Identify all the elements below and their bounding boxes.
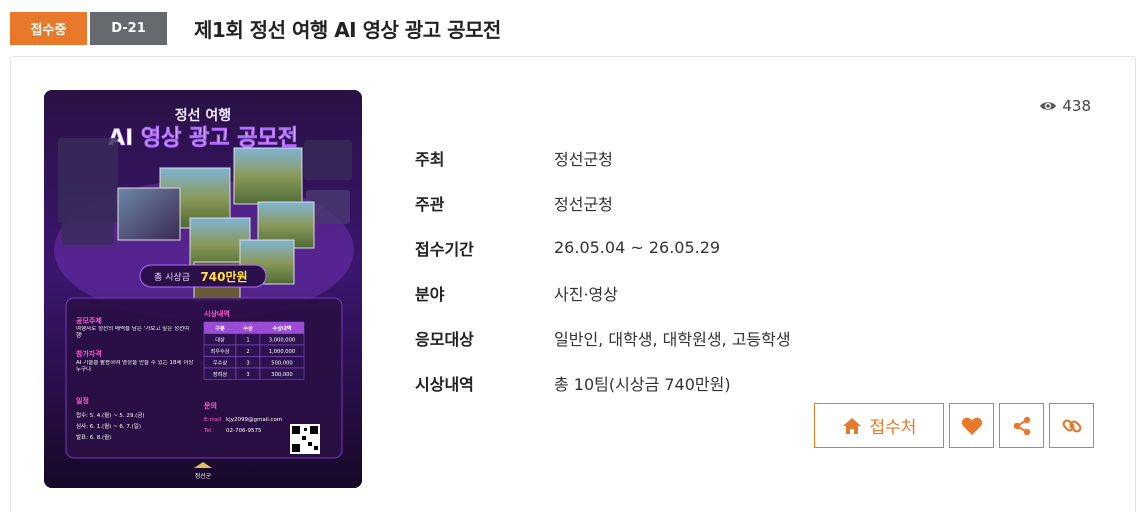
poster-contact-tel-label: Tel. bbox=[203, 428, 213, 434]
action-buttons: 접수처 bbox=[814, 403, 1094, 448]
info-value: 일반인, 대학생, 대학원생, 고등학생 bbox=[554, 329, 791, 349]
poster-theme-text: 여행자로 정선의 매력을 담은 '가보고 싶은 정선여행' bbox=[76, 326, 190, 339]
poster-contact-email: kjy2099@gmail.com bbox=[226, 417, 282, 423]
info-label: 주최 bbox=[415, 149, 445, 169]
info-value: 정선군청 bbox=[554, 194, 613, 214]
poster-image: 정선 여행 AI 영상 광고 공모전 총 시상금 740만원 공모주제 여행자로… bbox=[44, 90, 362, 488]
like-button[interactable] bbox=[949, 403, 994, 448]
home-icon bbox=[842, 417, 861, 434]
info-row-awards: 시상내역 총 10팀(시상금 740만원) bbox=[415, 360, 791, 405]
poster-schedule-line: 접수: 5. 4.(월) ~ 5. 29.(금) bbox=[76, 411, 145, 419]
info-value: 총 10팀(시상금 740만원) bbox=[554, 374, 731, 394]
poster-headline: AI 영상 광고 공모전 bbox=[108, 126, 298, 151]
awards-header-cell: 구분 bbox=[215, 324, 225, 332]
share-button[interactable] bbox=[999, 403, 1044, 448]
awards-cell: 우수상 bbox=[213, 358, 228, 366]
share-icon bbox=[1013, 416, 1030, 435]
poster-schedule-heading: 일정 bbox=[76, 396, 89, 405]
poster-contact-tel: 02-706-9575 bbox=[226, 428, 262, 434]
info-value: 사진·영상 bbox=[554, 284, 618, 304]
copy-link-button[interactable] bbox=[1049, 403, 1094, 448]
awards-cell: 1 bbox=[246, 337, 249, 343]
contest-card: 정선 여행 AI 영상 광고 공모전 총 시상금 740만원 공모주제 여행자로… bbox=[10, 56, 1136, 512]
header: 접수중 D-21 제1회 정선 여행 AI 영상 광고 공모전 bbox=[10, 12, 501, 45]
poster-eligibility-text: AI 기술을 활용하여 영상을 만들 수 있는 18세 이상 누구나 bbox=[76, 360, 194, 373]
poster-contact-heading: 문의 bbox=[204, 401, 217, 410]
poster-eligibility-heading: 참가자격 bbox=[76, 349, 102, 358]
awards-header-cell: 수상 bbox=[243, 324, 253, 332]
info-label: 접수기간 bbox=[415, 239, 474, 259]
awards-cell: 300,000 bbox=[271, 372, 292, 378]
poster-theme-heading: 공모주제 bbox=[76, 316, 102, 325]
info-value: 26.05.04 ~ 26.05.29 bbox=[554, 238, 721, 257]
info-row-field: 분야 사진·영상 bbox=[415, 270, 791, 315]
info-label: 분야 bbox=[415, 284, 445, 304]
poster-awards-table: 구분 수상 수상내역대상 1 3,000,000 최우수상 2 1,000,000 우수상 3 50… bbox=[203, 321, 305, 380]
info-label: 시상내역 bbox=[415, 374, 474, 394]
apply-button[interactable]: 접수처 bbox=[814, 403, 944, 448]
eye-icon bbox=[1040, 102, 1057, 110]
contest-poster[interactable]: 정선 여행 AI 영상 광고 공모전 총 시상금 740만원 공모주제 여행자로… bbox=[44, 90, 362, 488]
apply-button-label: 접수처 bbox=[869, 418, 917, 438]
awards-header-cell: 수상내역 bbox=[272, 324, 291, 332]
poster-schedule-line: 발표: 6. 8.(월) bbox=[76, 433, 111, 441]
poster-schedule-line: 심사: 6. 1.(월) ~ 6. 7.(일) bbox=[76, 422, 141, 430]
view-count-value: 438 bbox=[1062, 97, 1091, 115]
link-icon bbox=[1061, 418, 1082, 433]
contest-info: 주최 정선군청 주관 정선군청 접수기간 26.05.04 ~ 26.05.29… bbox=[415, 135, 791, 405]
dday-badge: D-21 bbox=[90, 12, 167, 45]
poster-prize-label: 총 시상금 bbox=[154, 272, 190, 283]
poster-footer-logo: 정선군 bbox=[195, 472, 212, 480]
awards-cell: 500,000 bbox=[271, 360, 292, 366]
info-row-period: 접수기간 26.05.04 ~ 26.05.29 bbox=[415, 225, 791, 270]
info-label: 주관 bbox=[415, 194, 445, 214]
status-badge: 접수중 bbox=[10, 12, 87, 45]
poster-prize-amount: 740만원 bbox=[200, 269, 247, 284]
qr-code-icon bbox=[290, 424, 320, 454]
heart-icon bbox=[961, 417, 982, 435]
info-label: 응모대상 bbox=[415, 329, 474, 349]
page-title: 제1회 정선 여행 AI 영상 광고 공모전 bbox=[194, 18, 501, 42]
info-row-organizer: 주관 정선군청 bbox=[415, 180, 791, 225]
awards-cell: 장려상 bbox=[213, 370, 228, 378]
poster-contact-email-label: E-mail bbox=[204, 417, 222, 423]
awards-cell: 대상 bbox=[215, 335, 225, 343]
awards-cell: 2 bbox=[246, 349, 249, 355]
info-row-host: 주최 정선군청 bbox=[415, 135, 791, 180]
awards-cell: 3,000,000 bbox=[269, 337, 295, 343]
poster-awards-heading: 시상내역 bbox=[204, 309, 230, 318]
awards-cell: 최우수상 bbox=[210, 347, 229, 355]
awards-cell: 3 bbox=[246, 372, 249, 378]
view-count: 438 bbox=[1039, 97, 1091, 115]
info-value: 정선군청 bbox=[554, 149, 613, 169]
poster-subtitle: 정선 여행 bbox=[175, 107, 231, 124]
awards-cell: 3 bbox=[246, 360, 249, 366]
awards-cell: 1,000,000 bbox=[269, 349, 295, 355]
info-row-eligibility: 응모대상 일반인, 대학생, 대학원생, 고등학생 bbox=[415, 315, 791, 360]
